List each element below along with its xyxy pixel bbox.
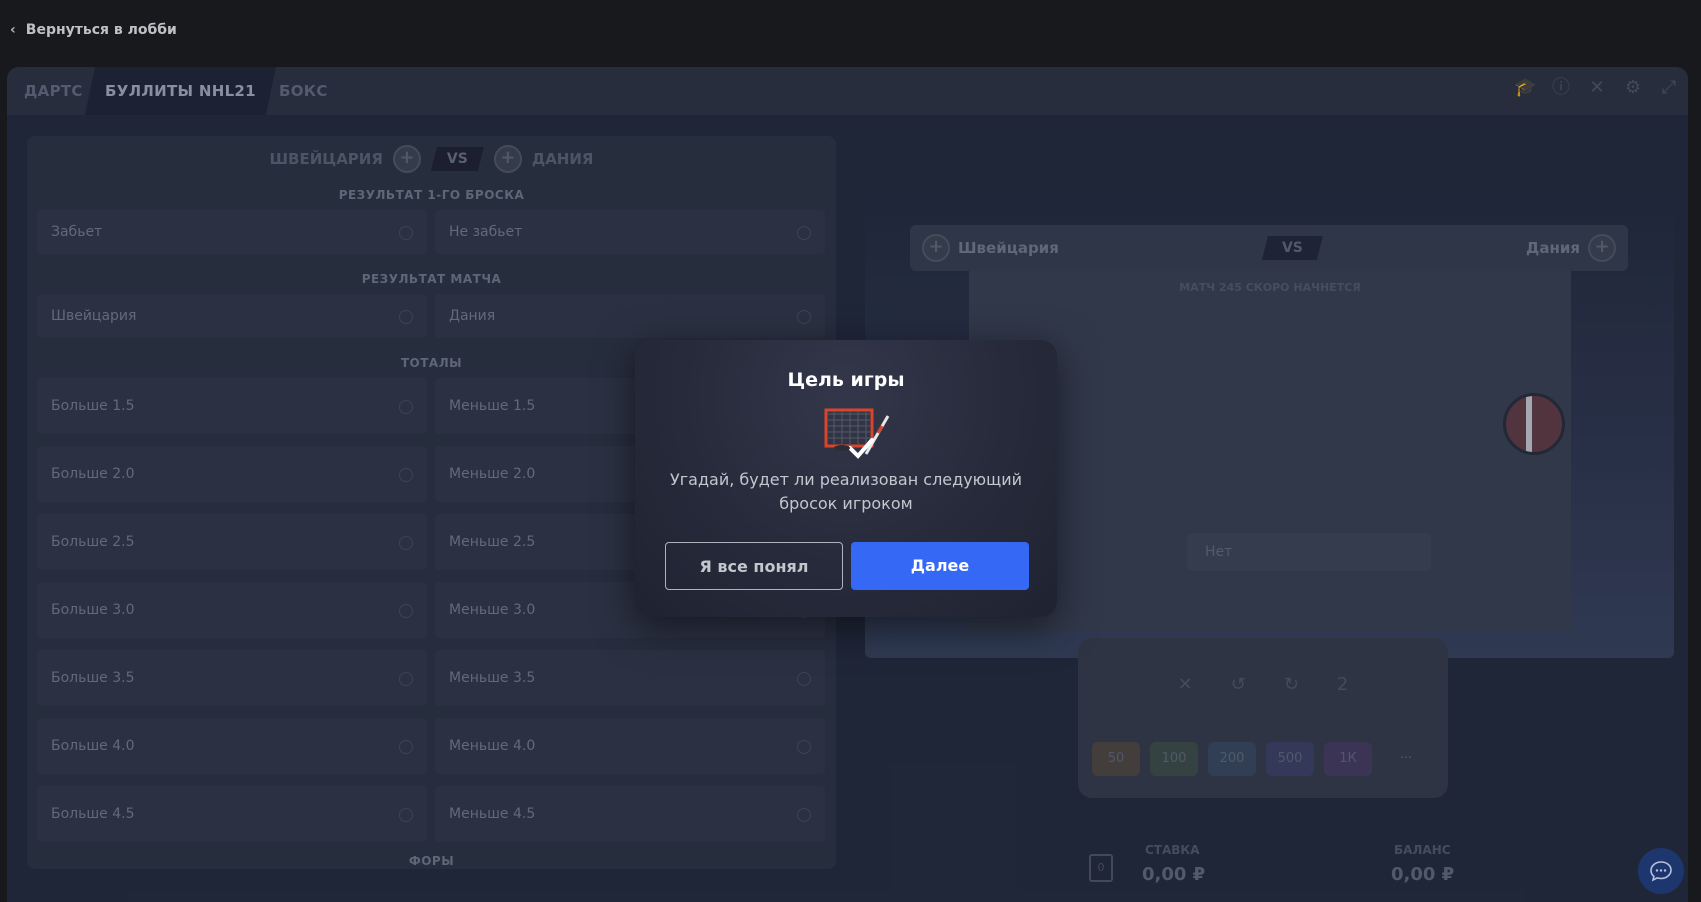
hockey-goal-icon — [824, 408, 890, 459]
dialog-title: Цель игры — [787, 369, 905, 391]
dialog-text: Угадай, будет ли реализован следующий бр… — [670, 470, 1022, 513]
goal-of-game-dialog: Цель игры Угадай, будет ли реализован сл… — [635, 340, 1057, 617]
got-it-button[interactable]: Я все понял — [665, 542, 843, 590]
next-button[interactable]: Далее — [851, 542, 1029, 590]
